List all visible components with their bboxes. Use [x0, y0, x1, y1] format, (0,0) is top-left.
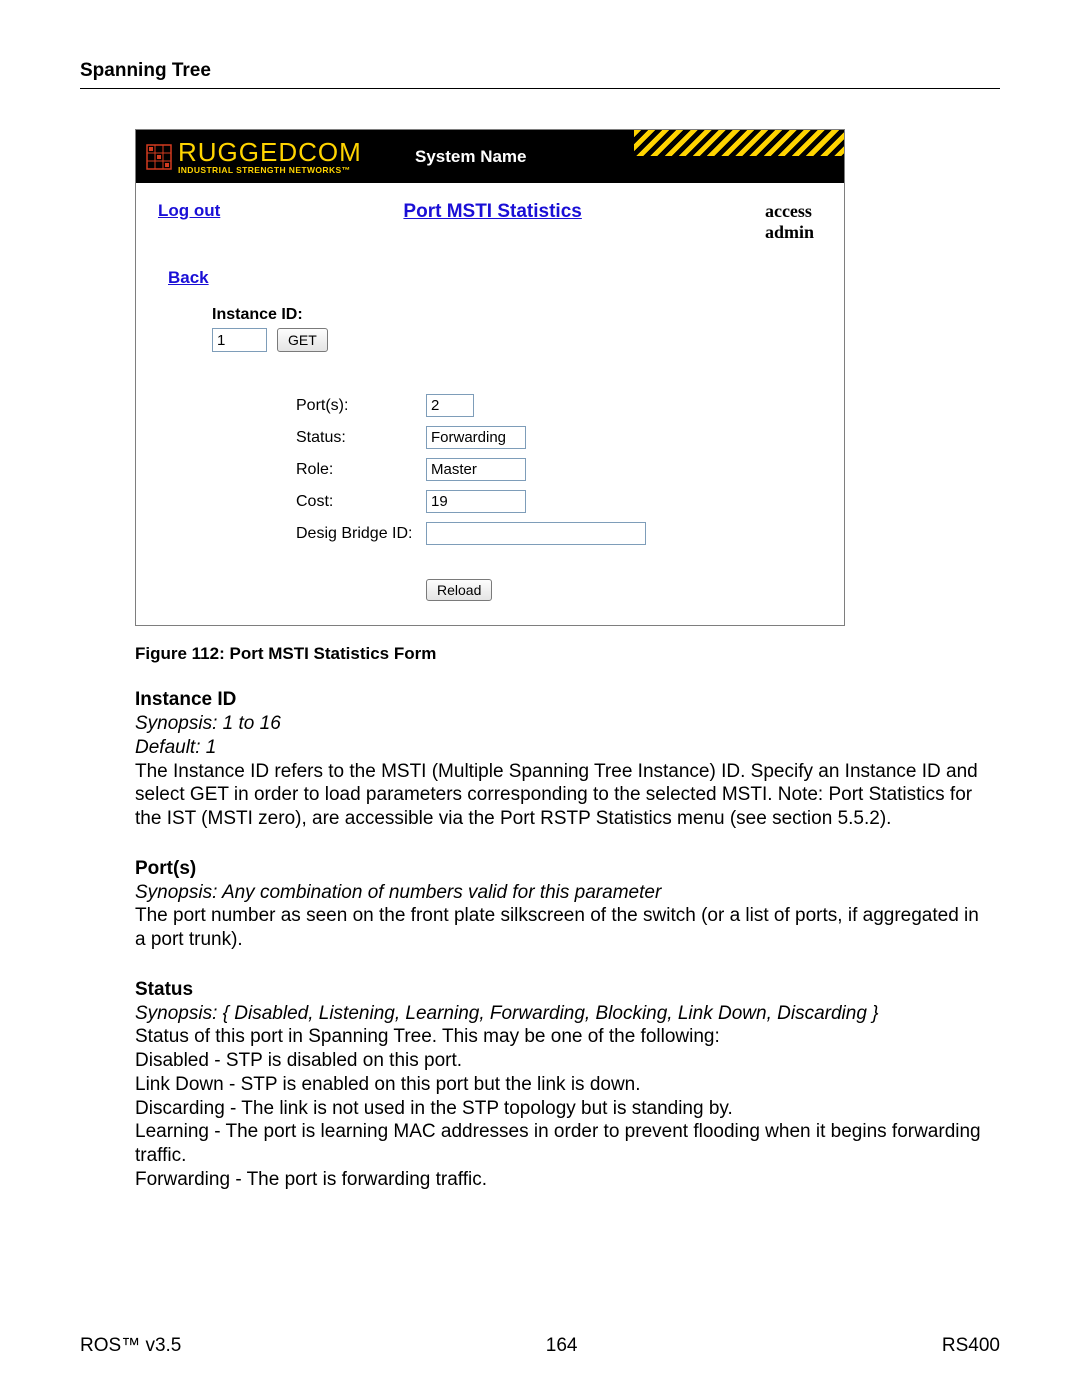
logo-icon: [146, 144, 172, 170]
logo: RUGGEDCOM INDUSTRIAL STRENGTH NETWORKS™: [136, 139, 362, 175]
body-text: Forwarding - The port is forwarding traf…: [135, 1168, 990, 1192]
figure-caption: Figure 112: Port MSTI Statistics Form: [135, 644, 1000, 664]
page-footer: ROS™ v3.5 164 RS400: [80, 1335, 1000, 1357]
doc-status: Status Synopsis: { Disabled, Listening, …: [135, 978, 990, 1192]
system-name: System Name: [415, 147, 527, 167]
get-button[interactable]: GET: [277, 328, 328, 352]
body-text: The port number as seen on the front pla…: [135, 904, 990, 952]
back-link[interactable]: Back: [168, 268, 209, 287]
cost-label: Cost:: [296, 493, 426, 511]
footer-left: ROS™ v3.5: [80, 1335, 181, 1357]
ports-label: Port(s):: [296, 397, 426, 415]
user-name: admin: [765, 222, 814, 243]
instance-id-label: Instance ID:: [212, 306, 822, 324]
user-info: access admin: [765, 201, 814, 242]
header-stripe: [634, 130, 844, 156]
cost-field[interactable]: [426, 490, 526, 513]
role-field[interactable]: [426, 458, 526, 481]
heading: Port(s): [135, 857, 990, 881]
desig-bridge-id-field[interactable]: [426, 522, 646, 545]
page-title: Port MSTI Statistics: [403, 201, 581, 223]
ports-field[interactable]: [426, 394, 474, 417]
footer-right: RS400: [942, 1335, 1000, 1357]
logo-text: RUGGEDCOM: [178, 139, 362, 165]
heading: Status: [135, 978, 990, 1002]
doc-ports: Port(s) Synopsis: Any combination of num…: [135, 857, 990, 952]
synopsis: Synopsis: 1 to 16: [135, 712, 990, 736]
reload-button[interactable]: Reload: [426, 579, 492, 601]
logout-link[interactable]: Log out: [158, 201, 220, 221]
body-text: The Instance ID refers to the MSTI (Mult…: [135, 760, 990, 831]
heading: Instance ID: [135, 688, 990, 712]
body-text: Status of this port in Spanning Tree. Th…: [135, 1025, 990, 1049]
role-label: Role:: [296, 461, 426, 479]
body-text: Learning - The port is learning MAC addr…: [135, 1120, 990, 1168]
body-text: Link Down - STP is enabled on this port …: [135, 1073, 990, 1097]
default: Default: 1: [135, 736, 990, 760]
section-title: Spanning Tree: [80, 60, 1000, 82]
doc-instance-id: Instance ID Synopsis: 1 to 16 Default: 1…: [135, 688, 990, 831]
desig-bridge-id-label: Desig Bridge ID:: [296, 525, 426, 543]
instance-id-input[interactable]: [212, 328, 267, 352]
app-header: RUGGEDCOM INDUSTRIAL STRENGTH NETWORKS™ …: [136, 130, 844, 183]
synopsis: Synopsis: Any combination of numbers val…: [135, 881, 990, 905]
body-text: Discarding - The link is not used in the…: [135, 1097, 990, 1121]
user-access: access: [765, 201, 814, 222]
footer-page-number: 164: [546, 1335, 578, 1357]
body-text: Disabled - STP is disabled on this port.: [135, 1049, 990, 1073]
status-field[interactable]: [426, 426, 526, 449]
status-label: Status:: [296, 429, 426, 447]
logo-subtext: INDUSTRIAL STRENGTH NETWORKS™: [178, 166, 362, 175]
divider: [80, 88, 1000, 89]
synopsis: Synopsis: { Disabled, Listening, Learnin…: [135, 1002, 990, 1026]
app-frame: RUGGEDCOM INDUSTRIAL STRENGTH NETWORKS™ …: [135, 129, 845, 626]
